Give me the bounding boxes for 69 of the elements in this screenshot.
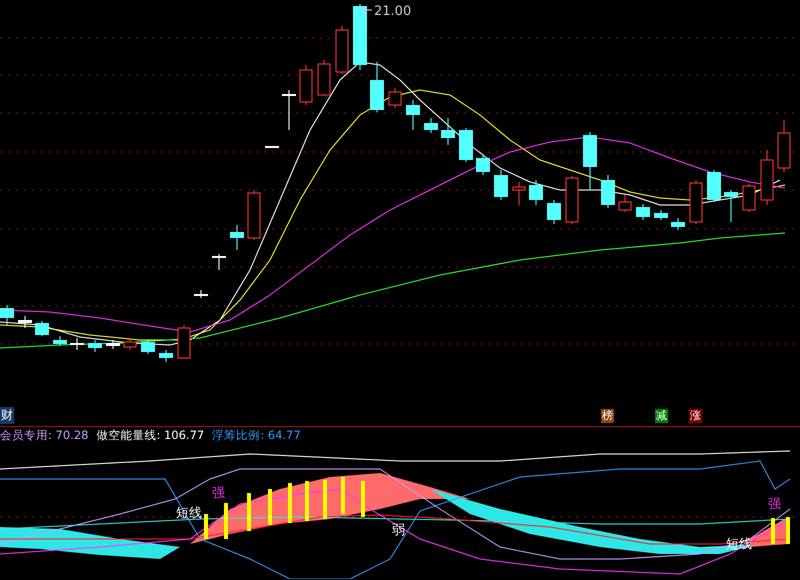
signal-label: 强 xyxy=(768,498,781,512)
indicator-bar xyxy=(341,477,345,514)
signal-label: 弱 xyxy=(392,524,405,538)
candlestick xyxy=(336,26,348,74)
indicator-bar xyxy=(771,518,775,544)
candlestick xyxy=(494,170,508,200)
candlestick xyxy=(141,340,155,354)
candlestick xyxy=(512,182,526,206)
candlestick xyxy=(690,180,702,224)
indicator-bar xyxy=(204,514,208,539)
panel-tag: 财 xyxy=(0,407,14,424)
indicator-bar xyxy=(323,480,327,519)
candlestick xyxy=(88,340,102,352)
candlestick xyxy=(106,340,120,350)
candlestick xyxy=(353,4,367,70)
candlestick xyxy=(300,64,312,106)
high-pointer-icon xyxy=(362,6,372,14)
indicator-bar xyxy=(305,481,309,521)
indicator-value: 做空能量线: 106.77 xyxy=(96,428,204,443)
indicator-bar xyxy=(288,483,292,523)
candlestick xyxy=(760,150,774,206)
candlestick xyxy=(159,350,173,362)
indicator-bar xyxy=(361,481,365,517)
candlestick xyxy=(441,118,455,146)
candlestick xyxy=(547,200,561,224)
candlestick xyxy=(18,316,32,328)
candlestick xyxy=(370,62,384,112)
candlestick xyxy=(406,100,420,130)
signal-badge: 减 xyxy=(655,409,668,423)
signal-badge: 榜 xyxy=(601,409,614,423)
candlestick xyxy=(53,336,67,346)
candlestick xyxy=(636,204,650,220)
candlestick xyxy=(70,338,84,350)
candlestick xyxy=(583,132,597,190)
candlestick xyxy=(671,218,685,230)
candlestick xyxy=(459,128,473,162)
candlestick xyxy=(0,304,14,326)
candlestick xyxy=(742,184,756,212)
candlestick xyxy=(230,224,244,250)
indicator-value: 会员专用: 70.28 xyxy=(0,428,88,443)
candlestick xyxy=(707,170,721,202)
indicator-bar xyxy=(247,493,251,531)
candlestick xyxy=(529,180,543,206)
candlestick xyxy=(282,90,296,130)
signal-label: 短线 xyxy=(726,538,752,552)
candlestick xyxy=(476,154,490,176)
indicator-value: 浮筹比例: 64.77 xyxy=(212,428,301,443)
candlestick xyxy=(318,60,330,96)
indicator-bar xyxy=(268,489,272,525)
candlestick xyxy=(778,120,790,172)
candlestick xyxy=(618,194,632,212)
candlestick xyxy=(654,210,668,220)
candlestick xyxy=(566,176,578,224)
candlestick xyxy=(212,254,226,270)
candlestick xyxy=(388,88,402,108)
candlestick xyxy=(424,118,438,134)
candlestick xyxy=(248,190,260,240)
high-price-label: 21.00 xyxy=(374,4,412,19)
candlestick xyxy=(35,320,49,336)
candlestick xyxy=(601,174,615,208)
indicator-bar xyxy=(786,517,790,544)
candlestick xyxy=(265,146,279,148)
candlestick xyxy=(724,190,738,222)
candlestick xyxy=(194,290,208,298)
candlestick xyxy=(178,324,190,360)
signal-label: 强 xyxy=(212,487,225,501)
signal-badge: 涨 xyxy=(689,409,702,423)
candlestick xyxy=(124,338,136,350)
indicator-bar xyxy=(224,503,228,539)
